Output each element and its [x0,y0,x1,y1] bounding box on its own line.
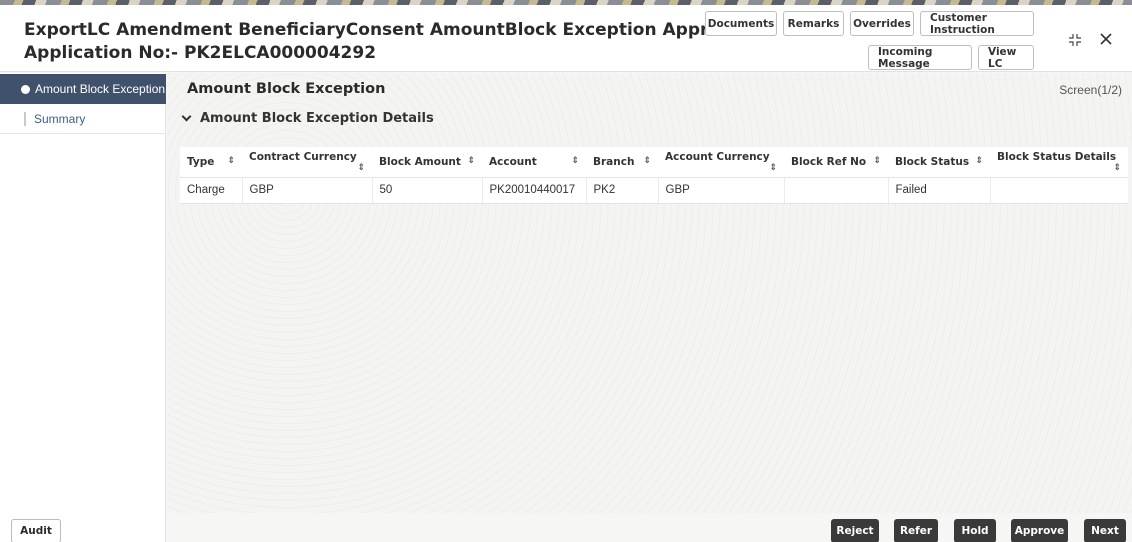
sub-section-toggle[interactable]: Amount Block Exception Details [181,111,434,126]
cell-block-status-details [990,177,1128,204]
cell-account: PK20010440017 [482,177,587,204]
audit-button[interactable]: Audit [11,519,61,542]
column-header-contract-currency[interactable]: Contract Currency ⇕ [242,147,372,178]
maximize-icon[interactable] [1068,33,1082,51]
refer-button[interactable]: Refer [894,519,938,542]
sort-icon[interactable]: ⇕ [769,163,777,173]
hold-button[interactable]: Hold [954,519,996,542]
sort-icon[interactable]: ⇕ [357,163,365,173]
column-header-type[interactable]: Type ⇕ [180,147,242,178]
cell-contract-currency: GBP [242,177,373,204]
sub-section-title: Amount Block Exception Details [200,111,434,126]
cell-account-currency: GBP [658,177,785,204]
main-content: Amount Block Exception Screen(1/2) Amoun… [167,73,1132,513]
view-lc-button[interactable]: View LC [978,45,1034,70]
remarks-button[interactable]: Remarks [783,11,844,36]
column-header-label: Account [489,155,537,168]
page-title-line1: ExportLC Amendment BeneficiaryConsent Am… [24,20,768,40]
maximize-icon-graphic [1069,34,1081,46]
column-header-label: Branch [593,155,635,168]
column-header-account[interactable]: Account ⇕ [482,147,586,178]
column-header-account-currency[interactable]: Account Currency ⇕ [658,147,784,178]
close-icon-graphic [1100,33,1112,45]
documents-button[interactable]: Documents [705,11,777,36]
column-header-block-status[interactable]: Block Status ⇕ [888,147,990,178]
customer-instruction-button[interactable]: Customer Instruction [920,11,1034,36]
reject-button[interactable]: Reject [831,519,879,542]
sidebar: Amount Block Exception Summary [0,73,166,542]
cell-block-status: Failed [888,177,991,204]
column-header-block-amount[interactable]: Block Amount ⇕ [372,147,482,178]
column-header-block-ref-no[interactable]: Block Ref No ⇕ [784,147,888,178]
page-title: ExportLC Amendment BeneficiaryConsent Am… [24,19,768,65]
cell-block-ref-no [784,177,889,204]
sort-icon[interactable]: ⇕ [643,156,651,166]
sort-icon[interactable]: ⇕ [873,156,881,166]
chevron-down-icon [181,111,192,122]
sidebar-item-label: Amount Block Exception [35,82,166,96]
sort-icon[interactable]: ⇕ [975,156,983,166]
footer-bar: Audit Reject Refer Hold Approve Next [0,513,1132,542]
column-header-label: Account Currency [665,150,770,163]
column-header-label: Contract Currency [249,150,357,163]
cell-branch: PK2 [586,177,659,204]
sort-icon[interactable]: ⇕ [227,156,235,166]
sidebar-item-summary[interactable]: Summary [0,104,166,134]
cell-block-amount: 50 [372,177,483,204]
overrides-button[interactable]: Overrides [850,11,914,36]
close-icon[interactable] [1099,32,1113,50]
column-header-label: Block Amount [379,155,461,168]
sidebar-item-amount-block-exception[interactable]: Amount Block Exception [0,74,166,104]
column-header-branch[interactable]: Branch ⇕ [586,147,658,178]
column-header-block-status-details[interactable]: Block Status Details ⇕ [990,147,1128,178]
column-header-label: Block Ref No [791,155,867,168]
column-header-label: Type [187,155,215,168]
approve-button[interactable]: Approve [1011,519,1068,542]
application-number: Application No:- PK2ELCA000004292 [24,43,377,63]
section-title: Amount Block Exception [187,81,386,97]
sort-icon[interactable]: ⇕ [571,156,579,166]
sort-icon[interactable]: ⇕ [1113,163,1121,173]
active-step-icon [21,84,30,94]
sidebar-item-label: Summary [34,111,86,126]
step-line-icon [24,111,26,126]
table-header-row: Type ⇕ Contract Currency ⇕ Block Amount ⇕ A… [180,147,1128,178]
screen-count: Screen(1/2) [1059,83,1122,97]
cell-type: Charge [180,177,243,204]
app-header: ExportLC Amendment BeneficiaryConsent Am… [0,5,1132,72]
table-row[interactable]: Charge GBP 50 PK20010440017 PK2 GBP Fail… [180,177,1128,204]
next-button[interactable]: Next [1084,519,1126,542]
column-header-label: Block Status Details [997,150,1117,163]
sort-icon[interactable]: ⇕ [467,156,475,166]
amount-block-table: Type ⇕ Contract Currency ⇕ Block Amount ⇕ A… [180,147,1128,204]
column-header-label: Block Status [895,155,970,168]
incoming-message-button[interactable]: Incoming Message [868,45,972,70]
